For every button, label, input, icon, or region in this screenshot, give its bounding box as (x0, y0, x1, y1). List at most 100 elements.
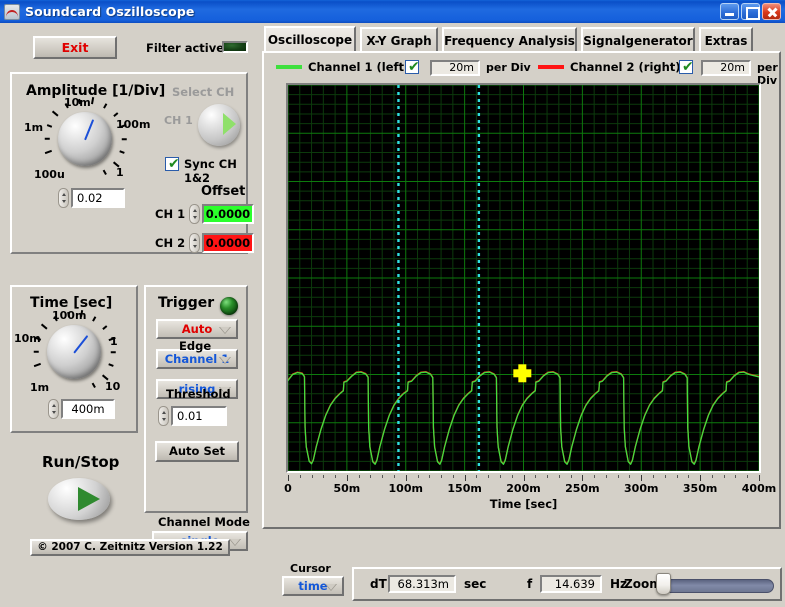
select-ch-knob[interactable] (198, 104, 240, 146)
tab-label: Oscilloscope (268, 33, 352, 47)
x-axis-label: 300m (624, 482, 658, 495)
amplitude-knob[interactable] (58, 112, 112, 166)
trigger-threshold-title: Threshold (166, 387, 231, 401)
dt-value: 68.313m (388, 575, 456, 593)
x-axis-tick (441, 475, 442, 478)
control-panel: Exit Filter active Amplitude [1/Div] Sel… (0, 23, 258, 558)
maximize-icon[interactable] (741, 3, 760, 20)
x-axis-label: 250m (565, 482, 599, 495)
x-axis-label: 50m (333, 482, 360, 495)
trigger-threshold-value[interactable]: 0.01 (171, 406, 227, 426)
x-axis-tick (312, 475, 313, 478)
zoom-slider[interactable] (662, 579, 774, 593)
x-axis-tick (712, 475, 713, 478)
knob-tick (92, 316, 96, 321)
time-knob-label-10: 10 (105, 380, 120, 393)
chevron-down-icon (325, 584, 337, 591)
knob-tick (47, 124, 52, 127)
channel-2-color-swatch (538, 65, 564, 69)
channel-1-per-div-value[interactable]: 20m (430, 60, 480, 76)
channel-2-checkbox[interactable]: ✔ (679, 60, 693, 74)
x-axis-label: 100m (389, 482, 423, 495)
offset-ch1-value[interactable]: 0.0000 (202, 204, 254, 224)
channel-1-checkbox[interactable]: ✔ (405, 60, 419, 74)
x-axis-tick (300, 475, 301, 478)
amplitude-title: Amplitude [1/Div] (26, 83, 165, 99)
knob-tick (45, 151, 52, 155)
x-axis-tick (524, 475, 525, 481)
window-title: Soundcard Oszilloscope (25, 4, 195, 19)
x-axis-tick (582, 475, 583, 481)
offset-ch2-spinner[interactable] (189, 233, 200, 253)
minimize-icon[interactable] (720, 3, 739, 20)
offset-ch1-spinner[interactable] (189, 204, 200, 224)
trigger-threshold-spinner[interactable] (158, 406, 169, 426)
x-axis-tick (382, 475, 383, 478)
copyright-label: © 2007 C. Zeitnitz Version 1.22 (30, 539, 230, 556)
exit-button[interactable]: Exit (33, 36, 117, 59)
channel-2-per-div-value[interactable]: 20m (701, 60, 751, 76)
x-axis-tick (488, 475, 489, 478)
channel-mode-title: Channel Mode (158, 515, 250, 529)
offset-ch2-label: CH 2 (155, 236, 185, 250)
sync-ch-label: Sync CH 1&2 (184, 157, 246, 185)
trigger-mode-combo[interactable]: Auto (156, 319, 238, 339)
window-title-bar[interactable]: Soundcard Oszilloscope (0, 0, 785, 23)
measurement-frame: dT 68.313m sec f 14.639 Hz Zoom (352, 567, 782, 601)
scope-panel: Oscilloscope X-Y Graph Frequency AnalysisS… (258, 23, 785, 558)
knob-tick (41, 324, 47, 330)
tab-extras[interactable]: Extras (699, 27, 753, 52)
time-spinner[interactable] (48, 399, 59, 419)
tab-signalgenerator[interactable]: Signalgenerator (581, 27, 695, 52)
cursor-bar: Cursor time dT 68.313m sec f 14.639 Hz Z… (268, 561, 785, 607)
x-axis-tick (688, 475, 689, 478)
knob-tick (113, 112, 118, 116)
tab-bar: Oscilloscope X-Y Graph Frequency AnalysisS… (262, 27, 781, 52)
knob-tick (52, 111, 58, 117)
zoom-slider-thumb[interactable] (656, 573, 671, 595)
amplitude-value[interactable]: 0.02 (71, 188, 125, 208)
knob-tick (34, 364, 41, 368)
filter-active-label: Filter active (146, 41, 224, 55)
filter-active-led (222, 41, 248, 53)
knob-tick (108, 364, 113, 367)
cursor-title: Cursor (290, 562, 331, 575)
select-ch-title: Select CH (172, 85, 234, 99)
x-axis: Time [sec] 050m100m150m200m250m300m350m4… (286, 475, 761, 509)
scope-waveform-icon (4, 4, 20, 20)
tab-frequency-analysis[interactable]: Frequency Analysis (442, 27, 577, 52)
x-axis-tick (641, 475, 642, 481)
time-value[interactable]: 400m (61, 399, 115, 419)
time-group: Time [sec] 100m 10m 1 10 1m 400m (10, 285, 138, 433)
chevron-down-icon (229, 539, 241, 546)
x-axis-tick (747, 475, 748, 478)
amplitude-spinner[interactable] (58, 188, 69, 208)
auto-set-button[interactable]: Auto Set (155, 441, 239, 462)
trigger-edge-title: Edge (179, 339, 211, 353)
time-knob[interactable] (47, 325, 101, 379)
dt-label: dT (370, 577, 387, 591)
x-axis-tick (724, 475, 725, 478)
sync-ch-checkbox[interactable]: ✔ (165, 157, 179, 171)
x-axis-label: 400m (742, 482, 776, 495)
x-axis-tick (500, 475, 501, 478)
waveform-plot[interactable] (286, 83, 761, 473)
x-axis-tick (653, 475, 654, 478)
tab-label: Extras (705, 34, 748, 48)
run-stop-button[interactable] (48, 478, 110, 520)
tab-label: X-Y Graph (366, 34, 431, 48)
cursor-mode-combo[interactable]: time (282, 576, 344, 596)
knob-tick (103, 103, 107, 108)
x-axis-tick (677, 475, 678, 478)
close-icon[interactable] (762, 3, 781, 20)
offset-ch2-value[interactable]: 0.0000 (202, 233, 254, 253)
x-axis-label: 350m (683, 482, 717, 495)
tab-oscilloscope[interactable]: Oscilloscope (264, 26, 356, 52)
amplitude-knob-label-1: 1 (116, 166, 124, 179)
x-axis-tick (665, 475, 666, 478)
tab-x-y-graph[interactable]: X-Y Graph (360, 27, 438, 52)
x-axis-tick (535, 475, 536, 478)
x-axis-label: 200m (506, 482, 540, 495)
window-controls (720, 3, 781, 20)
f-value: 14.639 (540, 575, 602, 593)
